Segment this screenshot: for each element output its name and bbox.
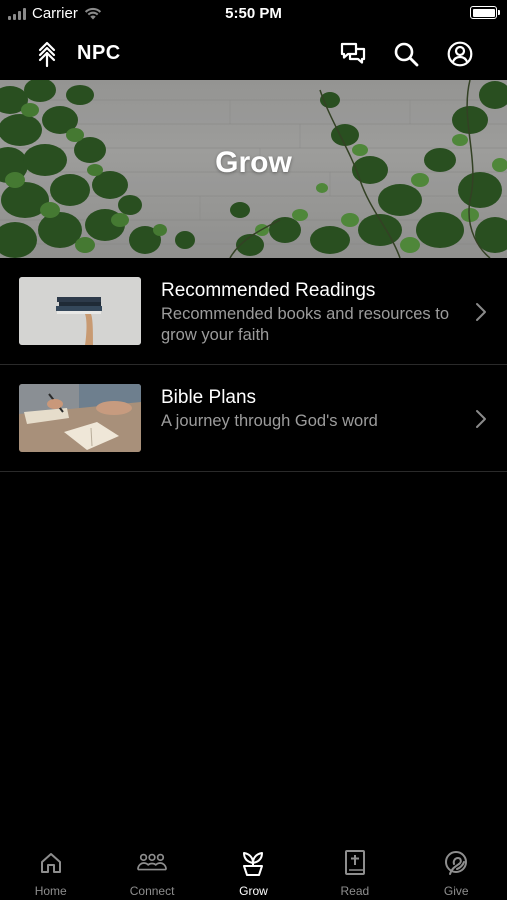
chevron-right-icon <box>476 303 486 321</box>
tab-grow[interactable]: Grow <box>203 842 304 900</box>
bible-icon <box>344 850 365 875</box>
home-icon <box>40 853 61 873</box>
messages-icon <box>340 42 366 64</box>
search-button[interactable] <box>391 39 421 69</box>
status-bar: Carrier 5:50 PM <box>0 0 507 28</box>
item-subtitle: Recommended books and resources to grow … <box>161 305 449 344</box>
tab-give[interactable]: Give <box>406 842 507 900</box>
tab-home[interactable]: Home <box>0 842 101 900</box>
people-icon <box>137 853 167 871</box>
logo-icon[interactable] <box>35 40 59 68</box>
tab-label: Give <box>443 884 469 898</box>
chevron-right-icon <box>476 410 486 428</box>
tab-label: Connect <box>129 884 175 898</box>
give-icon <box>445 851 468 875</box>
tab-label: Grow <box>239 884 268 898</box>
tab-bar: Home Connect Grow Read Give <box>0 842 507 900</box>
bible-plans-thumbnail <box>19 384 141 452</box>
status-time: 5:50 PM <box>225 5 282 22</box>
tab-read[interactable]: Read <box>304 842 405 900</box>
content-list: Recommended Readings Recommended books a… <box>0 258 507 472</box>
item-title: Recommended Readings <box>161 280 376 301</box>
profile-button[interactable] <box>445 39 475 69</box>
item-title: Bible Plans <box>161 387 257 408</box>
plant-icon <box>243 852 264 876</box>
search-icon <box>394 42 419 67</box>
app-title: NPC <box>77 42 121 64</box>
hero-title: Grow <box>215 146 292 179</box>
profile-icon <box>447 41 473 67</box>
tab-label: Home <box>34 884 67 898</box>
item-subtitle: A journey through God's word <box>161 412 378 430</box>
list-item-recommended-readings[interactable]: Recommended Readings Recommended books a… <box>0 258 507 365</box>
list-item-bible-plans[interactable]: Bible Plans A journey through God's word <box>0 365 507 472</box>
battery-icon <box>470 6 500 19</box>
messages-button[interactable] <box>338 39 368 69</box>
hero-banner: Grow <box>0 80 507 258</box>
tab-connect[interactable]: Connect <box>101 842 202 900</box>
tab-label: Read <box>340 884 370 898</box>
readings-thumbnail <box>19 277 141 345</box>
app-header: NPC <box>0 28 507 80</box>
